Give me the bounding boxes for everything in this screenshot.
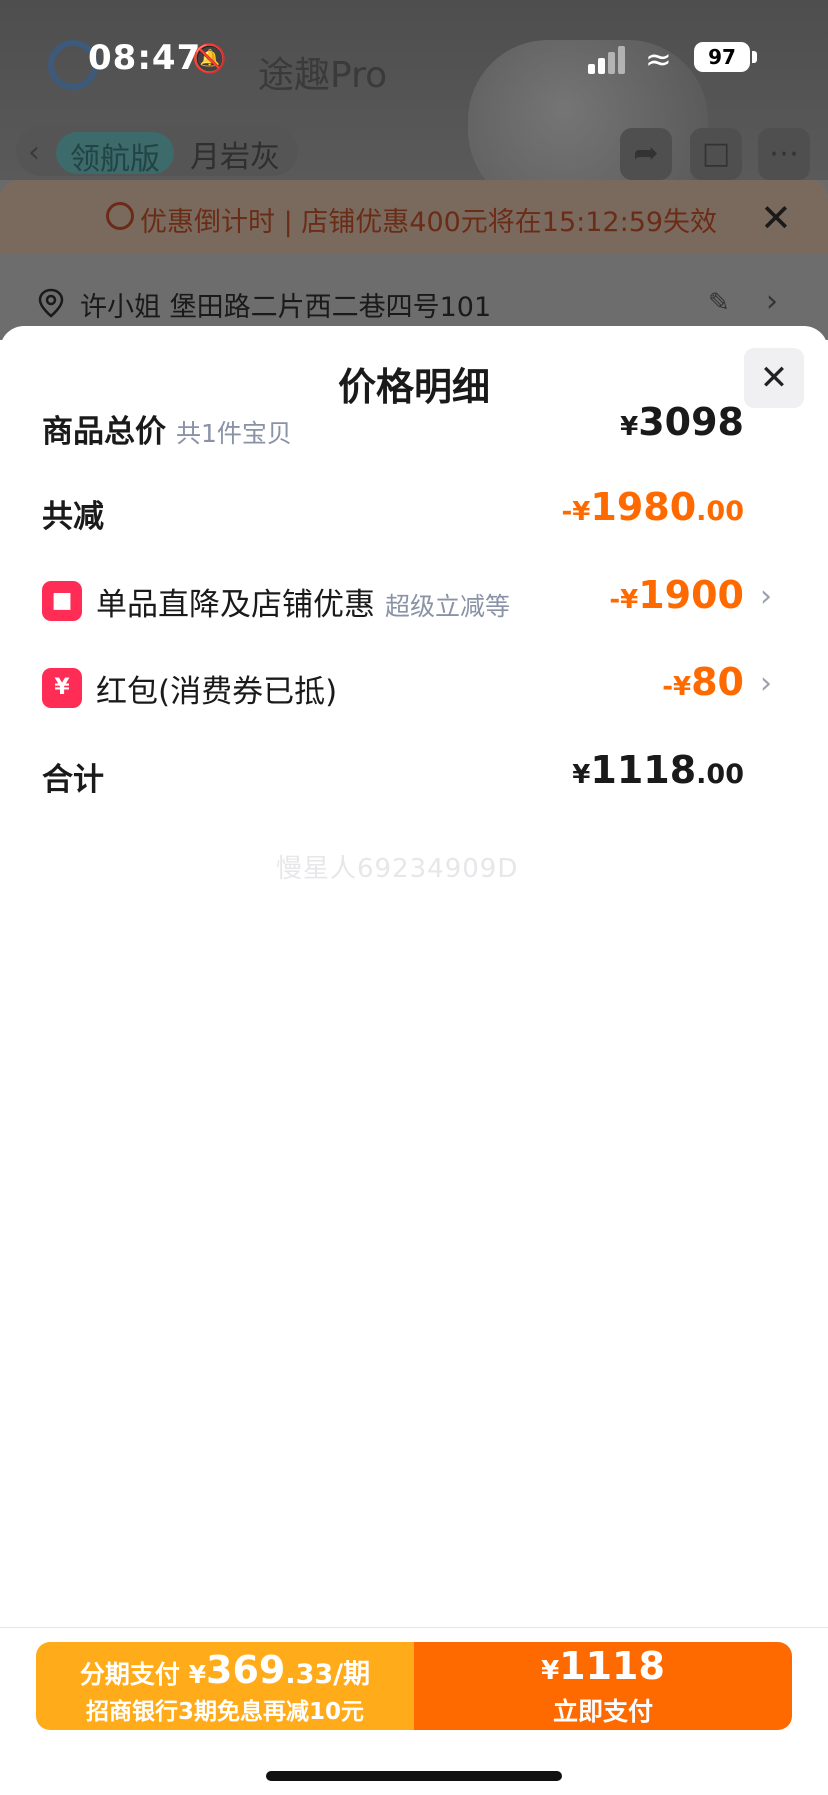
store-discount-label: 单品直降及店铺优惠 超级立减等 xyxy=(96,579,510,624)
pay-amount: 1118 xyxy=(559,1644,665,1688)
price-row-discount-total: 共减 -¥1980.00 xyxy=(42,483,772,543)
red-packet-value: -¥80 xyxy=(662,660,744,704)
silent-bell-icon: 🔕 xyxy=(192,42,227,75)
store-discount-label-text: 单品直降及店铺优惠 xyxy=(96,587,375,623)
installment-prefix: 分期支付 ¥ xyxy=(79,1660,207,1689)
installment-suffix: /期 xyxy=(333,1659,371,1690)
variant-tab-1[interactable]: 领航版 xyxy=(56,132,174,177)
status-bar: 08:47 🔕 ≈ 97 xyxy=(0,0,828,110)
status-time: 08:47 xyxy=(88,38,202,78)
total-label: 合计 xyxy=(42,762,104,798)
price-detail-sheet: 价格明细 ✕ 商品总价 共1件宝贝 ¥3098 共减 -¥1980.00 ■ 单品… xyxy=(0,326,828,1795)
installment-pay-button[interactable]: 分期支付 ¥369.33/期 招商银行3期免息再减10元 xyxy=(36,1642,414,1730)
price-row-red-packet[interactable]: ¥ 红包(消费券已抵) -¥80 › xyxy=(42,658,772,718)
edit-icon[interactable]: ✎ xyxy=(708,288,730,318)
store-discount-amount: 1900 xyxy=(638,573,744,617)
installment-decimal: .33 xyxy=(285,1659,334,1690)
currency-symbol: -¥ xyxy=(609,585,639,615)
location-pin-icon xyxy=(38,288,64,318)
chevron-right-icon: › xyxy=(760,579,772,614)
pay-now-amount: ¥1118 xyxy=(414,1644,792,1688)
clock-icon xyxy=(106,202,134,230)
red-packet-label: 红包(消费券已抵) xyxy=(96,674,338,710)
red-packet-icon: ¥ xyxy=(42,668,82,708)
item-count: 共1件宝贝 xyxy=(176,419,292,448)
pay-now-label: 立即支付 xyxy=(552,1697,653,1726)
subtotal-amount: 3098 xyxy=(638,400,744,444)
more-icon[interactable]: ⋯ xyxy=(758,128,810,180)
store-discount-sub: 超级立减等 xyxy=(385,592,511,621)
store-discount-value: -¥1900 xyxy=(609,573,744,617)
price-row-store-discount[interactable]: ■ 单品直降及店铺优惠 超级立减等 -¥1900 › xyxy=(42,571,772,631)
discount-total-amount: 1980 xyxy=(590,485,697,529)
cart-icon[interactable]: □ xyxy=(690,128,742,180)
battery-icon xyxy=(752,51,757,63)
share-icon[interactable]: ➦ xyxy=(620,128,672,180)
pay-now-button[interactable]: ¥1118 立即支付 xyxy=(414,1642,792,1730)
home-indicator xyxy=(266,1771,562,1781)
currency-symbol: ¥ xyxy=(572,760,591,790)
store-discount-icon: ■ xyxy=(42,581,82,621)
currency-symbol: ¥ xyxy=(620,412,639,442)
back-icon[interactable]: ‹ xyxy=(28,135,40,170)
discount-total-decimal: .00 xyxy=(696,496,744,527)
battery-level: 97 xyxy=(694,42,750,72)
price-row-subtotal: 商品总价 共1件宝贝 ¥3098 xyxy=(42,398,772,458)
chevron-right-icon: › xyxy=(760,666,772,701)
red-packet-amount: 80 xyxy=(691,660,744,704)
chevron-right-icon: › xyxy=(766,284,778,319)
currency-symbol: -¥ xyxy=(662,672,692,702)
bottom-divider xyxy=(0,1627,828,1628)
price-row-total: 合计 ¥1118.00 xyxy=(42,746,772,806)
wifi-icon: ≈ xyxy=(645,40,672,78)
installment-note: 招商银行3期免息再减10元 xyxy=(85,1699,364,1725)
subtotal-label: 商品总价 共1件宝贝 xyxy=(42,406,292,451)
currency-symbol: -¥ xyxy=(561,497,591,527)
promo-countdown-text: 优惠倒计时 | 店铺优惠400元将在15:12:59失效 xyxy=(140,207,718,238)
discount-total-value: -¥1980.00 xyxy=(562,485,745,529)
address-text: 许小姐 堡田路二片西二巷四号101 xyxy=(80,292,492,323)
total-value: ¥1118.00 xyxy=(572,748,744,792)
total-decimal: .00 xyxy=(696,759,744,790)
promo-close-icon[interactable]: ✕ xyxy=(760,196,792,240)
discount-total-label: 共减 xyxy=(42,499,104,535)
installment-price: 分期支付 ¥369.33/期 xyxy=(36,1648,414,1692)
currency-symbol: ¥ xyxy=(541,1656,560,1686)
watermark: 慢星人69234909D xyxy=(276,854,519,884)
subtotal-value: ¥3098 xyxy=(620,400,744,444)
variant-tab-2[interactable]: 月岩灰 xyxy=(190,132,280,176)
subtotal-label-text: 商品总价 xyxy=(42,414,166,450)
cellular-signal-icon xyxy=(588,46,628,74)
total-amount: 1118 xyxy=(590,748,697,792)
installment-amount: 369 xyxy=(206,1648,286,1692)
